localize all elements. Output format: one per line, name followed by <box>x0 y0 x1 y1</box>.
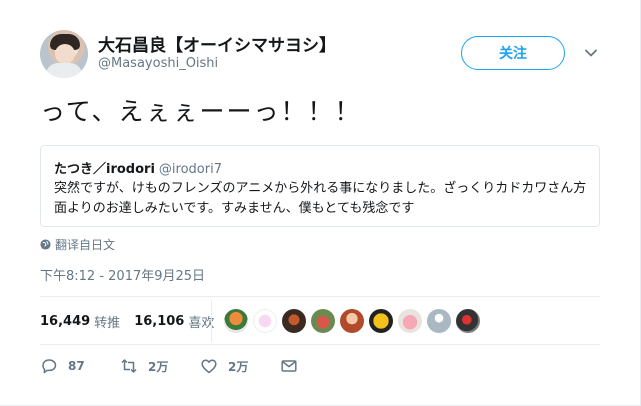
like-count: 2万 <box>228 359 249 374</box>
chevron-down-icon[interactable] <box>584 46 598 60</box>
message-button[interactable] <box>280 357 298 375</box>
retweet-stat[interactable]: 16,449 转推 <box>40 312 120 331</box>
liker-avatars <box>224 309 480 333</box>
liker-avatar[interactable] <box>427 309 451 333</box>
display-name[interactable]: 大石昌良【オーイシマサヨシ】 <box>98 31 336 56</box>
liker-avatar[interactable] <box>224 309 248 333</box>
like-stat[interactable]: 16,106 喜欢 <box>134 312 214 331</box>
liker-avatar[interactable] <box>253 309 277 333</box>
retweet-button[interactable]: 2万 <box>120 357 200 375</box>
tweet-card: 大石昌良【オーイシマサヨシ】 @Masayoshi_Oishi 关注 って、えぇ… <box>0 0 641 406</box>
translate-label: 翻译自日文 <box>55 238 116 252</box>
quoted-tweet-header: たつき／irodori @irodori7 <box>54 158 222 177</box>
reply-button[interactable]: 87 <box>40 357 120 375</box>
user-handle[interactable]: @Masayoshi_Oishi <box>98 56 218 71</box>
quoted-tweet-handle: @irodori7 <box>158 162 222 177</box>
reply-count: 87 <box>68 359 85 373</box>
liker-avatar[interactable] <box>311 309 335 333</box>
liker-avatar[interactable] <box>282 309 306 333</box>
divider <box>40 344 600 345</box>
quoted-tweet-name: たつき／irodori <box>54 162 155 177</box>
liker-avatar[interactable] <box>369 309 393 333</box>
reply-icon <box>42 359 57 374</box>
translate-link[interactable]: 翻译自日文 <box>40 236 115 253</box>
follow-button[interactable]: 关注 <box>461 36 565 70</box>
retweet-stat-count: 16,449 <box>40 313 91 329</box>
liker-avatar[interactable] <box>398 309 422 333</box>
like-stat-count: 16,106 <box>134 313 185 329</box>
retweet-icon <box>121 359 137 373</box>
timestamp[interactable]: 下午8:12 - 2017年9月25日 <box>40 265 205 284</box>
quoted-tweet-text: 突然ですが、けものフレンズのアニメから外れる事になりました。ざっくりカドカワさん… <box>54 181 587 216</box>
envelope-icon <box>281 360 297 372</box>
tweet-stats: 16,449 转推 16,106 喜欢 <box>40 308 228 334</box>
heart-icon <box>201 359 217 374</box>
avatar[interactable] <box>40 30 88 78</box>
divider <box>40 296 600 297</box>
globe-icon <box>40 239 51 250</box>
stats-separator <box>211 300 212 342</box>
tweet-actions: 87 2万 2万 <box>40 357 298 375</box>
liker-avatar[interactable] <box>340 309 364 333</box>
liker-avatar[interactable] <box>456 309 480 333</box>
retweet-count: 2万 <box>148 359 169 374</box>
quoted-tweet[interactable]: たつき／irodori @irodori7 突然ですが、けものフレンズのアニメから… <box>40 145 600 227</box>
tweet-text: って、えぇぇーーっ！！！ <box>40 97 362 126</box>
like-button[interactable]: 2万 <box>200 357 280 375</box>
retweet-stat-label: 转推 <box>94 315 121 331</box>
